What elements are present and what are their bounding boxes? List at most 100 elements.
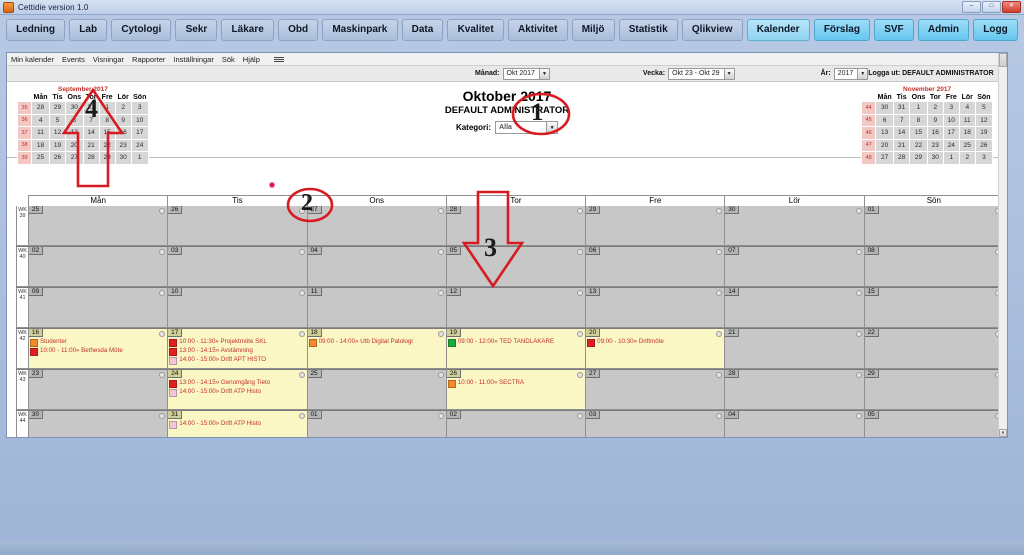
calendar-event[interactable]: 10:00 - 11:30» Projektmöte SKL <box>169 338 304 347</box>
mini-calendar-day[interactable]: 21 <box>893 138 911 152</box>
nav-button-sekr[interactable]: Sekr <box>175 19 218 41</box>
calendar-event[interactable]: Studenter <box>30 338 165 347</box>
mini-calendar-day[interactable]: 13 <box>875 126 895 140</box>
mini-calendar-day[interactable]: 19 <box>974 126 994 140</box>
nav-button-kvalitet[interactable]: Kvalitet <box>447 19 504 41</box>
add-event-dot-icon[interactable] <box>577 208 584 214</box>
mini-calendar-next-month[interactable]: November 2017 Mån Tis Ons Tor Fre Lör Sön 44 30 31… <box>861 86 994 165</box>
add-event-dot-icon[interactable] <box>298 413 305 419</box>
calendar-event[interactable]: 13:00 - 14:15» Avstämning <box>169 347 304 356</box>
add-event-dot-icon[interactable] <box>437 372 444 378</box>
add-event-dot-icon[interactable] <box>855 372 862 378</box>
nav-button-ledning[interactable]: Ledning <box>6 19 66 41</box>
menu-item-installningar[interactable]: Inställningar <box>169 55 217 64</box>
calendar-event[interactable]: 13:00 - 14:15» Genomgång Tieto <box>169 379 304 388</box>
year-select[interactable]: 2017 ▼ <box>833 67 869 80</box>
maximize-button[interactable]: □ <box>982 1 1001 13</box>
calendar-day-cell[interactable]: 31 14:00 - 15:00» Drift ATP Histo <box>167 411 308 437</box>
menu-item-sok[interactable]: Sök <box>218 55 239 64</box>
scrollbar-thumb[interactable] <box>999 53 1007 67</box>
calendar-day-cell[interactable]: 07 <box>724 247 865 287</box>
mini-calendar-day[interactable]: 26 <box>49 151 66 165</box>
mini-calendar-day[interactable]: 11 <box>958 113 976 127</box>
calendar-day-cell[interactable]: 02 <box>28 247 169 287</box>
calendar-day-cell[interactable]: 18 09:00 - 14:00» Utb Digital Patologi <box>306 329 447 369</box>
calendar-day-cell[interactable]: 30 <box>724 206 865 246</box>
add-event-dot-icon[interactable] <box>437 208 444 214</box>
calendar-day-cell[interactable]: 02 <box>445 411 587 437</box>
mini-calendar-day[interactable]: 30 <box>875 101 895 115</box>
mini-calendar-day[interactable]: 6 <box>875 113 895 127</box>
mini-calendar-day[interactable]: 4 <box>958 101 976 115</box>
calendar-day-cell[interactable]: 26 10:00 - 11:00» SECTRA <box>445 370 587 410</box>
calendar-event[interactable]: 09:00 - 12:00» TED TANDLÄKARE <box>447 338 583 347</box>
nav-button-l-kare[interactable]: Läkare <box>221 19 274 41</box>
mini-calendar-day[interactable]: 22 <box>909 138 928 152</box>
calendar-day-cell[interactable]: 16 Studenter 10:00 - 11:00» Bethesda Möte <box>28 329 169 369</box>
mini-calendar-day[interactable]: 10 <box>942 113 960 127</box>
add-event-dot-icon[interactable] <box>716 249 723 255</box>
calendar-day-cell[interactable]: 13 <box>585 288 726 328</box>
calendar-day-cell[interactable]: 08 <box>863 247 1004 287</box>
mini-calendar-day[interactable]: 18 <box>31 138 50 152</box>
mini-calendar-day[interactable]: 27 <box>875 151 895 165</box>
calendar-day-cell[interactable]: 14 <box>724 288 865 328</box>
mini-calendar-day[interactable]: 20 <box>875 138 895 152</box>
calendar-day-cell[interactable]: 03 <box>585 411 726 437</box>
mini-calendar-day[interactable]: 24 <box>130 138 149 152</box>
calendar-event[interactable]: 14:00 - 15:00» Drift APT HISTO <box>169 356 304 365</box>
month-select[interactable]: Okt 2017 ▼ <box>502 67 550 80</box>
mini-calendar-day[interactable]: 7 <box>893 113 911 127</box>
menu-item-events[interactable]: Events <box>58 55 89 64</box>
mini-calendar-day[interactable]: 17 <box>942 126 960 140</box>
add-event-dot-icon[interactable] <box>716 413 723 419</box>
calendar-event[interactable]: 14:00 - 15:00» Drift ATP Histo <box>169 388 304 397</box>
add-event-dot-icon[interactable] <box>577 413 584 419</box>
calendar-day-cell[interactable]: 24 13:00 - 14:15» Genomgång Tieto 14:00 - … <box>167 370 308 410</box>
calendar-event[interactable]: 14:00 - 15:00» Drift ATP Histo <box>169 420 304 429</box>
mini-calendar-day[interactable]: 22 <box>98 138 116 152</box>
calendar-day-cell[interactable]: 27 <box>306 206 447 246</box>
mini-calendar-day[interactable]: 14 <box>893 126 911 140</box>
mini-calendar-day[interactable]: 2 <box>926 101 944 115</box>
menu-item-rapporter[interactable]: Rapporter <box>128 55 169 64</box>
mini-calendar-day[interactable]: 31 <box>893 101 911 115</box>
calendar-day-cell[interactable]: 27 <box>585 370 726 410</box>
calendar-event[interactable]: 09:00 - 10:30» Driftmöte <box>587 338 722 347</box>
add-event-dot-icon[interactable] <box>855 208 862 214</box>
chevron-down-icon[interactable]: ▼ <box>546 122 558 133</box>
calendar-day-cell[interactable]: 04 <box>724 411 865 437</box>
mini-calendar-day[interactable]: 12 <box>974 113 994 127</box>
chevron-down-icon[interactable]: ▼ <box>857 68 868 79</box>
scroll-down-arrow-icon[interactable]: ▾ <box>999 429 1007 437</box>
add-event-dot-icon[interactable] <box>298 290 305 296</box>
nav-button-kalender[interactable]: Kalender <box>746 19 810 41</box>
calendar-day-cell[interactable]: 11 <box>306 288 447 328</box>
calendar-day-cell[interactable]: 25 <box>28 206 169 246</box>
add-event-dot-icon[interactable] <box>437 413 444 419</box>
mini-calendar-day[interactable]: 8 <box>909 113 928 127</box>
calendar-event[interactable]: 10:00 - 11:00» Bethesda Möte <box>30 347 165 356</box>
add-event-dot-icon[interactable] <box>437 331 444 337</box>
calendar-day-cell[interactable]: 09 <box>28 288 169 328</box>
mini-calendar-day[interactable]: 25 <box>958 138 976 152</box>
mini-calendar-day[interactable]: 30 <box>926 151 944 165</box>
mini-calendar-day[interactable]: 3 <box>974 151 994 165</box>
add-event-dot-icon[interactable] <box>159 413 166 419</box>
nav-button-f-rslag[interactable]: Förslag <box>813 19 871 41</box>
calendar-day-cell[interactable]: 19 09:00 - 12:00» TED TANDLÄKARE <box>445 329 587 369</box>
nav-button-obd[interactable]: Obd <box>277 19 319 41</box>
nav-button-maskinpark[interactable]: Maskinpark <box>322 19 398 41</box>
calendar-day-cell[interactable]: 06 <box>585 247 726 287</box>
calendar-day-cell[interactable]: 01 <box>306 411 447 437</box>
mini-calendar-day[interactable]: 16 <box>926 126 944 140</box>
calendar-event[interactable]: 10:00 - 11:00» SECTRA <box>447 379 583 388</box>
add-event-dot-icon[interactable] <box>577 372 584 378</box>
calendar-day-cell[interactable]: 04 <box>306 247 447 287</box>
mini-calendar-day[interactable]: 5 <box>974 101 994 115</box>
mini-calendar-day[interactable]: 3 <box>942 101 960 115</box>
nav-button-lab[interactable]: Lab <box>69 19 108 41</box>
chevron-down-icon[interactable]: ▼ <box>538 68 549 79</box>
mini-calendar-day[interactable]: 23 <box>114 138 132 152</box>
calendar-day-cell[interactable]: 30 <box>28 411 169 437</box>
